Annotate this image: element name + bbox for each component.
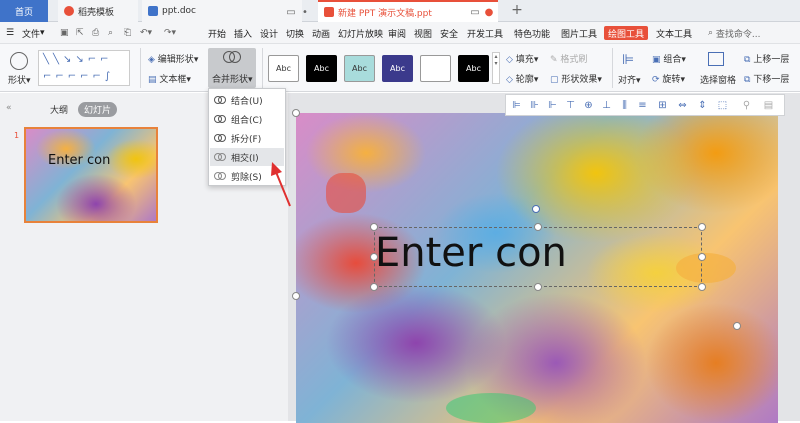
annotation-arrow <box>271 162 291 207</box>
